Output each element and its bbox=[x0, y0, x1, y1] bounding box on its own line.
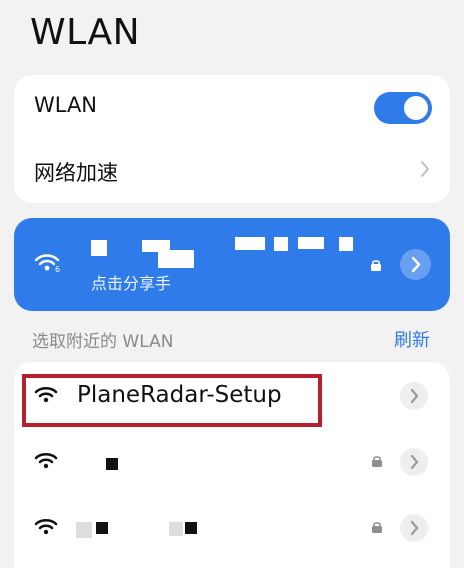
network-name-redacted bbox=[169, 522, 183, 536]
connected-network-status: 点击分享手 bbox=[91, 274, 172, 293]
refresh-button[interactable]: 刷新 bbox=[394, 326, 430, 352]
wlan-settings-card: WLAN 网络加速 bbox=[14, 75, 450, 203]
network-name-redacted bbox=[96, 522, 108, 534]
highlight-box bbox=[22, 374, 322, 427]
network-name-redacted bbox=[106, 458, 118, 470]
toggle-knob bbox=[404, 96, 428, 120]
connected-network-card[interactable]: 6 点击分享手 bbox=[14, 218, 450, 311]
network-row-redacted-1[interactable] bbox=[14, 428, 450, 494]
network-name-redacted bbox=[185, 522, 197, 534]
wifi-6-icon: 6 bbox=[34, 254, 60, 273]
svg-text:6: 6 bbox=[55, 265, 60, 273]
lock-icon bbox=[372, 456, 382, 467]
network-acceleration-label: 网络加速 bbox=[34, 161, 118, 185]
network-row-redacted-2[interactable] bbox=[14, 494, 450, 560]
wifi-icon bbox=[34, 518, 58, 535]
network-details-button[interactable] bbox=[400, 382, 428, 410]
chevron-right-icon bbox=[410, 454, 419, 470]
network-name-redacted bbox=[76, 522, 92, 538]
chevron-right-icon bbox=[410, 520, 419, 536]
wlan-toggle[interactable] bbox=[374, 92, 432, 124]
chevron-right-icon bbox=[410, 388, 419, 404]
chevron-right-icon bbox=[421, 161, 429, 177]
lock-icon bbox=[371, 260, 381, 271]
network-details-button[interactable] bbox=[400, 448, 428, 476]
wifi-icon bbox=[34, 452, 58, 469]
wlan-label: WLAN bbox=[34, 93, 98, 117]
nearby-wlan-section-label: 选取附近的 WLAN bbox=[32, 332, 174, 352]
chevron-right-icon bbox=[411, 256, 421, 273]
network-acceleration-row[interactable]: 网络加速 bbox=[14, 139, 450, 203]
network-details-button[interactable] bbox=[400, 514, 428, 542]
page-title: WLAN bbox=[30, 12, 141, 53]
wlan-toggle-row[interactable]: WLAN bbox=[14, 75, 450, 139]
lock-icon bbox=[372, 522, 382, 533]
connected-network-details-button[interactable] bbox=[400, 249, 431, 280]
connected-network-name bbox=[91, 232, 361, 268]
